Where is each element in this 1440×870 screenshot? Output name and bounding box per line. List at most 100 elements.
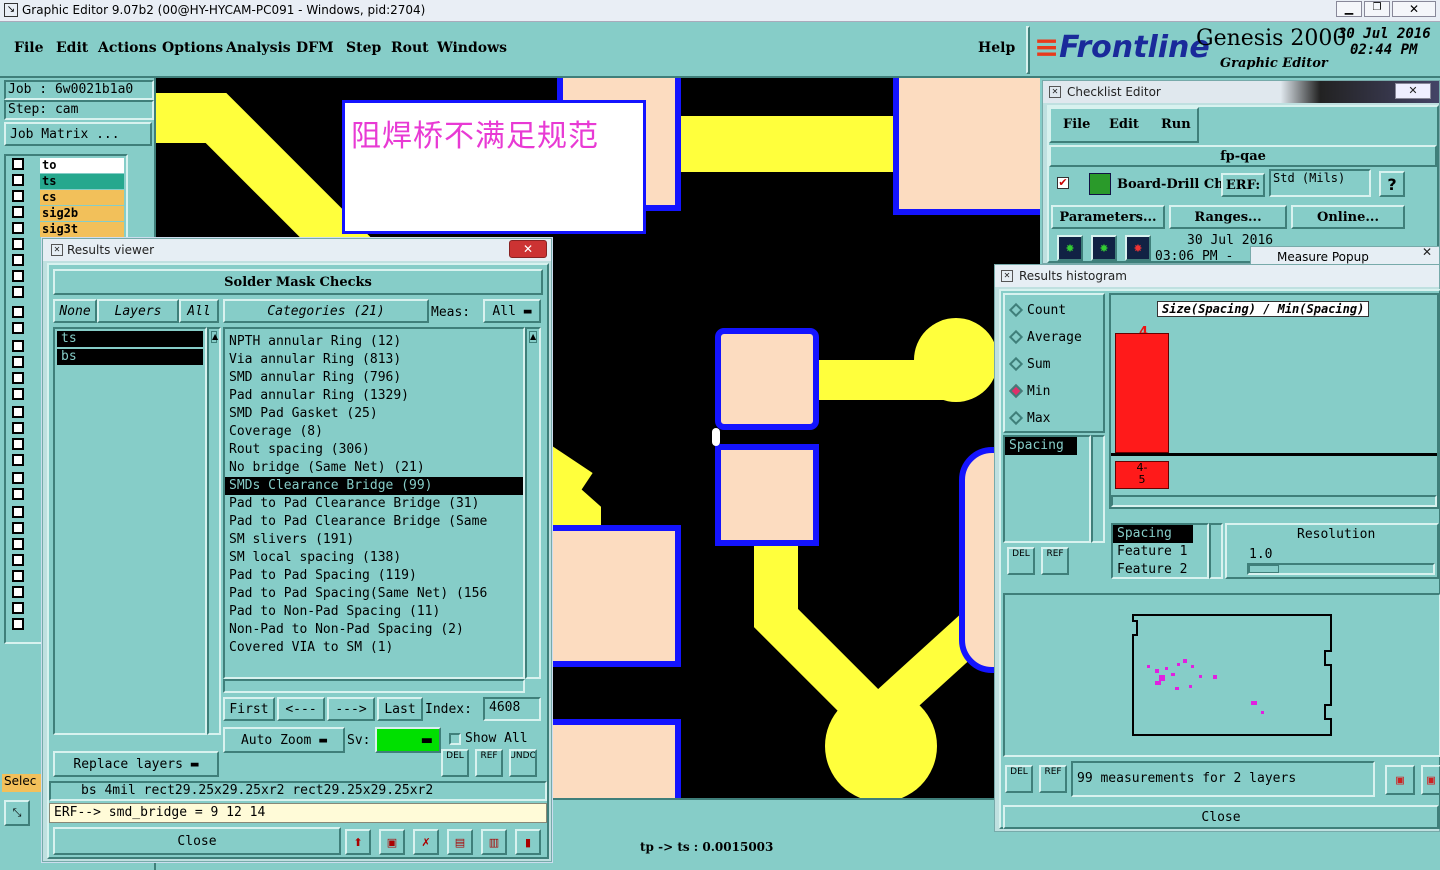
auto-zoom-select[interactable]: Auto Zoom ▬ bbox=[223, 727, 345, 753]
maximize-button[interactable]: ❐ bbox=[1364, 1, 1390, 17]
parameters-button[interactable]: Parameters... bbox=[1051, 205, 1165, 229]
sv-color-select[interactable]: ▬ bbox=[375, 727, 441, 753]
results-viewer-close-x[interactable]: ✕ bbox=[509, 240, 547, 258]
layer-checkbox[interactable] bbox=[12, 174, 24, 186]
category-item[interactable]: Pad to Pad Clearance Bridge (31) bbox=[225, 495, 523, 513]
last-button[interactable]: Last bbox=[377, 697, 423, 721]
menu-dfm[interactable]: DFM bbox=[296, 40, 334, 56]
layer-row-sig3t[interactable]: sig3t bbox=[40, 222, 124, 237]
run-icon-1[interactable]: ✸ bbox=[1057, 235, 1083, 261]
histogram-close-x[interactable]: ✕ bbox=[1415, 245, 1439, 261]
layer-checkbox[interactable] bbox=[12, 340, 24, 352]
show-all-checkbox[interactable] bbox=[449, 733, 461, 745]
histogram-del-button[interactable]: DEL bbox=[1007, 547, 1035, 575]
run-icon-3[interactable]: ✸ bbox=[1125, 235, 1151, 261]
checklist-menu-edit[interactable]: Edit bbox=[1109, 117, 1139, 132]
none-button[interactable]: None bbox=[53, 299, 97, 323]
layer-checkbox[interactable] bbox=[12, 422, 24, 434]
category-item[interactable]: Covered VIA to SM (1) bbox=[225, 639, 523, 657]
histogram-ref-button[interactable]: REF bbox=[1041, 547, 1069, 575]
layer-checkbox[interactable] bbox=[12, 522, 24, 534]
counter-icon[interactable]: ▤ bbox=[447, 829, 473, 855]
layer-checkbox[interactable] bbox=[12, 406, 24, 418]
menu-options[interactable]: Options bbox=[162, 40, 223, 56]
std-field[interactable]: Std (Mils) bbox=[1269, 169, 1371, 197]
layer-checkbox[interactable] bbox=[12, 190, 24, 202]
layer-up-icon[interactable]: ⬆ bbox=[345, 829, 371, 855]
menu-rout[interactable]: Rout bbox=[391, 40, 429, 56]
help-button[interactable]: ? bbox=[1379, 171, 1405, 197]
spacing-list-item[interactable]: Spacing bbox=[1005, 437, 1077, 455]
menu-step[interactable]: Step bbox=[346, 40, 381, 56]
layer-checkbox[interactable] bbox=[12, 506, 24, 518]
layer-checkbox[interactable] bbox=[12, 570, 24, 582]
mode-average[interactable]: Average bbox=[1008, 328, 1082, 346]
layer-checkbox[interactable] bbox=[12, 286, 24, 298]
layer-checkbox[interactable] bbox=[12, 206, 24, 218]
histogram-bar[interactable] bbox=[1115, 333, 1169, 453]
layer-row-to[interactable]: to bbox=[40, 158, 124, 173]
menu-file[interactable]: File bbox=[14, 40, 43, 56]
feature-item[interactable]: Feature 2 bbox=[1113, 561, 1207, 579]
prev-button[interactable]: <--- bbox=[277, 697, 325, 721]
layer-checkbox[interactable] bbox=[12, 158, 24, 170]
layer-checkbox[interactable] bbox=[12, 472, 24, 484]
histogram-export-icon[interactable]: ▣ bbox=[1421, 765, 1440, 795]
category-item[interactable]: NPTH annular Ring (12) bbox=[225, 333, 523, 351]
results-layer-bs[interactable]: bs bbox=[57, 349, 203, 365]
del-button[interactable]: DEL bbox=[441, 749, 469, 777]
category-item[interactable]: Coverage (8) bbox=[225, 423, 523, 441]
layer-row-sig2b[interactable]: sig2b bbox=[40, 206, 124, 221]
undo-button[interactable]: UNDO bbox=[509, 749, 537, 777]
categories-button[interactable]: Categories (21) bbox=[223, 299, 429, 323]
mode-count[interactable]: Count bbox=[1008, 301, 1066, 319]
results-layer-ts[interactable]: ts bbox=[57, 331, 203, 347]
layer-checkbox[interactable] bbox=[12, 222, 24, 234]
category-item[interactable]: Pad to Pad Spacing (119) bbox=[225, 567, 523, 585]
category-item[interactable]: No bridge (Same Net) (21) bbox=[225, 459, 523, 477]
erf-button[interactable]: ERF: bbox=[1221, 173, 1265, 197]
layer-checkbox[interactable] bbox=[12, 438, 24, 450]
job-matrix-button[interactable]: Job Matrix ... bbox=[4, 122, 152, 146]
category-item[interactable]: SM local spacing (138) bbox=[225, 549, 523, 567]
clear-icon[interactable]: ✗ bbox=[413, 829, 439, 855]
category-item[interactable]: Pad to Pad Clearance Bridge (Same bbox=[225, 513, 523, 531]
layer-row-ts[interactable]: ts bbox=[40, 174, 124, 189]
all-layers-button[interactable]: All bbox=[179, 299, 219, 323]
category-item[interactable]: Rout spacing (306) bbox=[225, 441, 523, 459]
menu-windows[interactable]: Windows bbox=[437, 40, 507, 56]
replace-layers-select[interactable]: Replace layers ▬ bbox=[53, 751, 219, 777]
mode-min[interactable]: Min bbox=[1008, 382, 1050, 400]
layer-checkbox[interactable] bbox=[12, 618, 24, 630]
category-item[interactable]: SMD annular Ring (796) bbox=[225, 369, 523, 387]
mode-sum[interactable]: Sum bbox=[1008, 355, 1050, 373]
ranges-button[interactable]: Ranges... bbox=[1169, 205, 1287, 229]
chart-hscrollbar[interactable] bbox=[1111, 495, 1437, 507]
layer-checkbox[interactable] bbox=[12, 554, 24, 566]
layer-checkbox[interactable] bbox=[12, 388, 24, 400]
preview-ref-button[interactable]: REF bbox=[1039, 765, 1067, 793]
help-menu[interactable]: Help bbox=[978, 40, 1015, 56]
histogram-print-icon[interactable]: ▣ bbox=[1385, 765, 1415, 795]
checklist-close-x[interactable]: ✕ bbox=[1395, 83, 1431, 99]
preview-del-button[interactable]: DEL bbox=[1005, 765, 1033, 793]
layer-checkbox[interactable] bbox=[12, 586, 24, 598]
checklist-row-checkbox[interactable]: ✔ bbox=[1057, 177, 1069, 189]
category-item[interactable]: SM slivers (191) bbox=[225, 531, 523, 549]
filter-icon[interactable]: ▣ bbox=[379, 829, 405, 855]
layer-checkbox[interactable] bbox=[12, 454, 24, 466]
category-item[interactable]: Pad annular Ring (1329) bbox=[225, 387, 523, 405]
resolution-slider[interactable] bbox=[1247, 563, 1435, 575]
ref-button[interactable]: REF bbox=[475, 749, 503, 777]
layer-checkbox[interactable] bbox=[12, 254, 24, 266]
menu-analysis[interactable]: Analysis bbox=[226, 40, 291, 56]
layer-checkbox[interactable] bbox=[12, 238, 24, 250]
category-item[interactable]: SMDs Clearance Bridge (99) bbox=[225, 477, 523, 495]
category-item[interactable]: Pad to Pad Spacing(Same Net) (156 bbox=[225, 585, 523, 603]
category-item[interactable]: Non-Pad to Non-Pad Spacing (2) bbox=[225, 621, 523, 639]
index-input[interactable]: 4608 bbox=[483, 697, 541, 721]
layer-checkbox[interactable] bbox=[12, 322, 24, 334]
category-item[interactable]: Pad to Non-Pad Spacing (11) bbox=[225, 603, 523, 621]
close-window-button[interactable]: ✕ bbox=[1392, 1, 1436, 17]
checklist-menu-run[interactable]: Run bbox=[1161, 117, 1191, 132]
